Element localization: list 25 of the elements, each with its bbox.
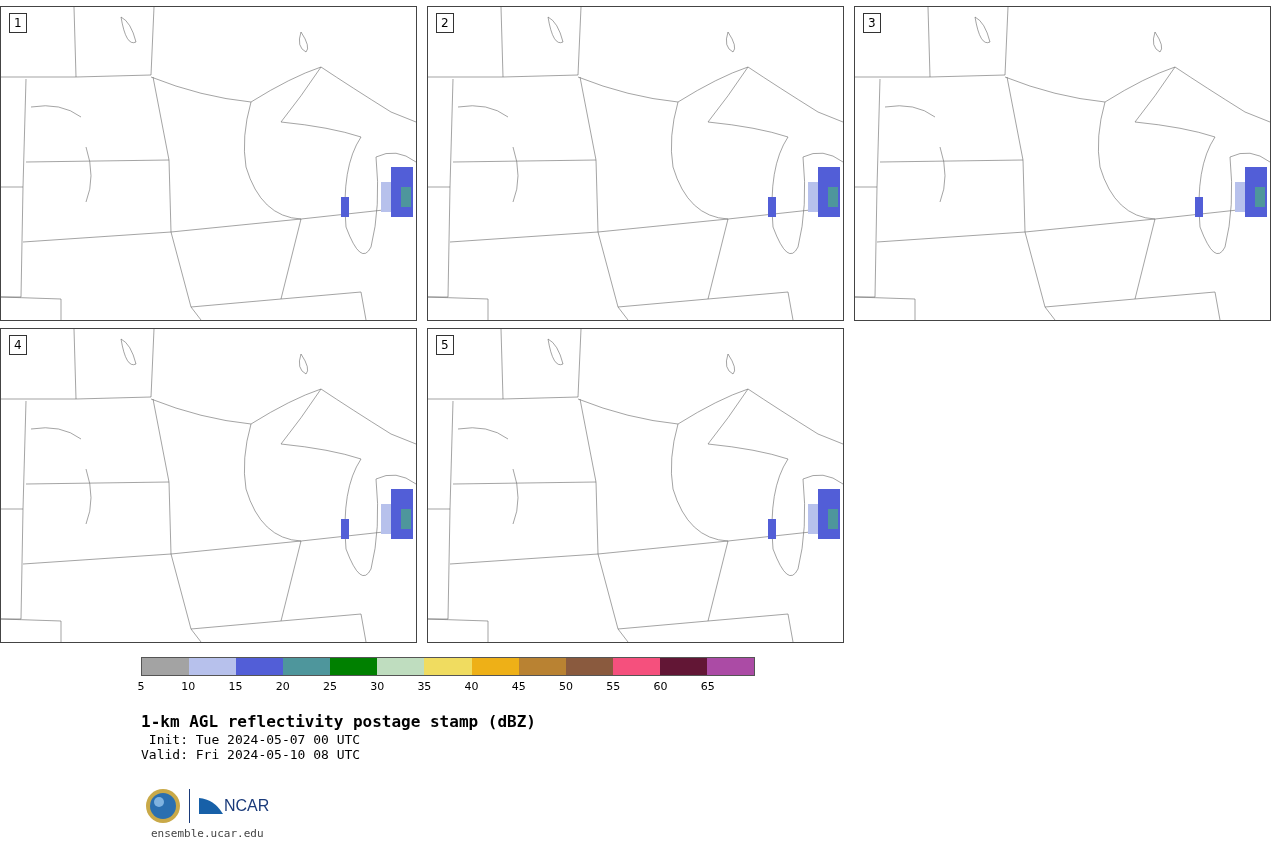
tick-label: 40	[464, 680, 479, 693]
tick-label: 30	[370, 680, 385, 693]
tick-label: 65	[700, 680, 715, 693]
panel-number: 4	[9, 335, 27, 355]
panel-number: 5	[436, 335, 454, 355]
tick-label: 60	[653, 680, 668, 693]
tick-label: 20	[275, 680, 290, 693]
panel-number: 3	[863, 13, 881, 33]
init-time: Init: Tue 2024-05-07 00 UTC	[147, 732, 362, 747]
valid-time: Valid: Fri 2024-05-10 08 UTC	[141, 747, 362, 762]
tick-label: 5	[137, 680, 145, 693]
panel-number: 1	[9, 13, 27, 33]
panel-number: 2	[436, 13, 454, 33]
tick-label: 35	[417, 680, 432, 693]
tick-label: 45	[511, 680, 526, 693]
tick-label: 25	[322, 680, 337, 693]
tick-label: 10	[181, 680, 196, 693]
website-url: ensemble.ucar.edu	[151, 826, 265, 842]
logo-text: NCAR	[224, 796, 270, 816]
tick-label: 50	[559, 680, 574, 693]
tick-label: 55	[606, 680, 621, 693]
chart-title: 1-km AGL reflectivity postage stamp (dBZ)	[141, 712, 537, 732]
ncar-logo-icon	[198, 796, 224, 816]
tick-label: 15	[228, 680, 243, 693]
seal-icon	[145, 788, 181, 824]
